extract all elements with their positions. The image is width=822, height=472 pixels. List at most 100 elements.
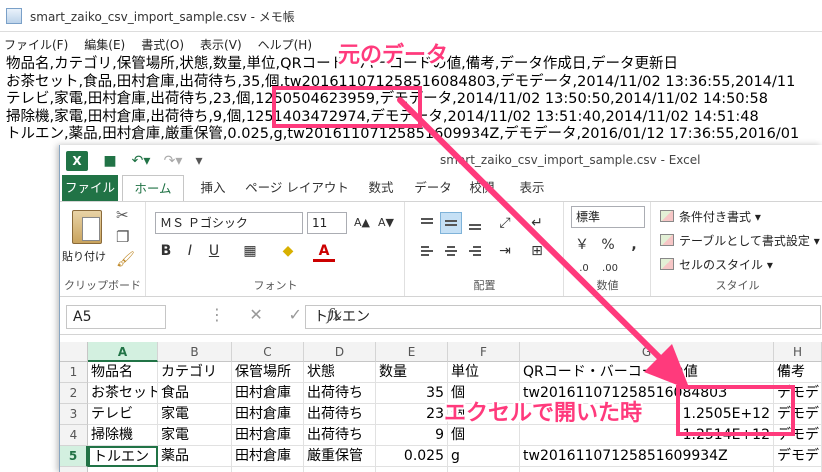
column-header-f[interactable]: F <box>448 342 520 362</box>
align-top-icon[interactable] <box>416 212 438 234</box>
cell-d6[interactable] <box>304 467 376 472</box>
cell-f6[interactable] <box>448 467 520 472</box>
customize-qat-icon[interactable]: ▾ <box>192 151 206 171</box>
align-left-icon[interactable] <box>416 240 438 262</box>
format-as-table-button[interactable]: テーブルとして書式設定 ▾ <box>660 232 820 249</box>
copy-icon[interactable]: ❐ <box>116 228 129 246</box>
formula-input[interactable]: トルエン <box>305 305 821 329</box>
fill-color-icon[interactable]: ◆ <box>277 240 299 262</box>
italic-button[interactable]: I <box>179 240 201 262</box>
column-header-c[interactable]: C <box>232 342 304 362</box>
cell-b1[interactable]: カテゴリ <box>158 362 232 383</box>
column-header-d[interactable]: D <box>304 342 376 362</box>
number-format-select[interactable]: 標準 <box>571 206 645 228</box>
select-all-corner[interactable] <box>60 342 88 362</box>
cell-b4[interactable]: 家電 <box>158 425 232 446</box>
cell-g1[interactable]: QRコード・バーコードの値 <box>520 362 774 383</box>
more-icon[interactable]: ⋮ <box>200 305 234 324</box>
align-bottom-icon[interactable] <box>464 212 486 234</box>
tab-review[interactable]: 校閲 <box>460 175 504 201</box>
cell-a5[interactable]: トルエン <box>88 446 158 467</box>
indent-icon[interactable]: ⇥ <box>494 240 516 262</box>
conditional-formatting-button[interactable]: 条件付き書式 ▾ <box>660 208 761 225</box>
row-header-5[interactable]: 5 <box>60 446 88 467</box>
bold-button[interactable]: B <box>155 240 177 262</box>
paste-button[interactable]: 貼り付け <box>62 248 106 264</box>
row-header-1[interactable]: 1 <box>60 362 88 383</box>
cell-b6[interactable] <box>158 467 232 472</box>
row-header-6[interactable]: 6 <box>60 467 88 472</box>
column-header-b[interactable]: B <box>158 342 232 362</box>
cell-a3[interactable]: テレビ <box>88 404 158 425</box>
underline-button[interactable]: U <box>203 240 225 262</box>
cell-a2[interactable]: お茶セット <box>88 383 158 404</box>
cell-g5[interactable]: tw20161107125851609934Z <box>520 446 774 467</box>
cell-e2[interactable]: 35 <box>376 383 448 404</box>
cell-a6[interactable] <box>88 467 158 472</box>
align-right-icon[interactable] <box>464 240 486 262</box>
align-middle-icon[interactable] <box>440 212 462 234</box>
cell-e3[interactable]: 23 <box>376 404 448 425</box>
row-header-3[interactable]: 3 <box>60 404 88 425</box>
cell-e4[interactable]: 9 <box>376 425 448 446</box>
cell-b5[interactable]: 薬品 <box>158 446 232 467</box>
cell-d5[interactable]: 厳重保管 <box>304 446 376 467</box>
cell-f1[interactable]: 単位 <box>448 362 520 383</box>
comma-button[interactable]: , <box>623 234 645 256</box>
shrink-font-button[interactable]: A▼ <box>375 212 397 234</box>
column-header-a[interactable]: A <box>88 342 158 362</box>
cancel-icon[interactable]: ✕ <box>239 305 273 324</box>
tab-view[interactable]: 表示 <box>510 175 554 201</box>
cell-e5[interactable]: 0.025 <box>376 446 448 467</box>
cell-b2[interactable]: 食品 <box>158 383 232 404</box>
wrap-text-icon[interactable]: ↵ <box>526 212 548 234</box>
cell-d2[interactable]: 出荷待ち <box>304 383 376 404</box>
align-center-icon[interactable] <box>440 240 462 262</box>
menu-format[interactable]: 書式(O) <box>133 32 192 54</box>
cell-f4[interactable]: 個 <box>448 425 520 446</box>
currency-button[interactable]: ￥ <box>571 234 593 256</box>
cell-f5[interactable]: g <box>448 446 520 467</box>
paste-icon[interactable] <box>72 210 102 244</box>
menu-edit[interactable]: 編集(E) <box>76 32 133 54</box>
column-header-h[interactable]: H <box>774 342 822 362</box>
grow-font-button[interactable]: A▲ <box>351 212 373 234</box>
menu-file[interactable]: ファイル(F) <box>0 32 76 54</box>
column-header-g[interactable]: G <box>520 342 774 362</box>
save-icon[interactable]: ■ <box>100 151 120 171</box>
font-name-select[interactable]: ＭＳ Ｐゴシック <box>155 212 303 234</box>
redo-icon[interactable]: ↷▾ <box>160 151 186 171</box>
cell-g6[interactable] <box>520 467 774 472</box>
row-header-2[interactable]: 2 <box>60 383 88 404</box>
tab-formulas[interactable]: 数式 <box>358 175 404 201</box>
tab-file[interactable]: ファイル <box>62 175 118 201</box>
cell-a4[interactable]: 掃除機 <box>88 425 158 446</box>
cell-c6[interactable] <box>232 467 304 472</box>
borders-icon[interactable]: ▦ <box>239 240 261 262</box>
percent-button[interactable]: % <box>597 234 619 256</box>
cell-c3[interactable]: 田村倉庫 <box>232 404 304 425</box>
undo-icon[interactable]: ↶▾ <box>128 151 154 171</box>
row-header-4[interactable]: 4 <box>60 425 88 446</box>
tab-insert[interactable]: 挿入 <box>190 175 236 201</box>
cell-a1[interactable]: 物品名 <box>88 362 158 383</box>
cell-c2[interactable]: 田村倉庫 <box>232 383 304 404</box>
name-box[interactable]: A5 <box>66 305 166 329</box>
cell-e1[interactable]: 数量 <box>376 362 448 383</box>
cell-c1[interactable]: 保管場所 <box>232 362 304 383</box>
font-color-button[interactable]: A <box>313 240 335 262</box>
cell-h1[interactable]: 備考 <box>774 362 822 383</box>
cut-icon[interactable]: ✂ <box>116 206 129 224</box>
cell-h5[interactable]: デモデ <box>774 446 822 467</box>
cell-c5[interactable]: 田村倉庫 <box>232 446 304 467</box>
orientation-icon[interactable]: ⤢ <box>494 212 516 234</box>
cell-e6[interactable] <box>376 467 448 472</box>
tab-data[interactable]: データ <box>410 175 456 201</box>
cell-d1[interactable]: 状態 <box>304 362 376 383</box>
format-painter-icon[interactable]: 🖌 <box>116 250 135 268</box>
cell-c4[interactable]: 田村倉庫 <box>232 425 304 446</box>
tab-home[interactable]: ホーム <box>122 175 184 202</box>
cell-d4[interactable]: 出荷待ち <box>304 425 376 446</box>
menu-help[interactable]: ヘルプ(H) <box>250 32 320 54</box>
font-size-select[interactable]: 11 <box>307 212 347 234</box>
